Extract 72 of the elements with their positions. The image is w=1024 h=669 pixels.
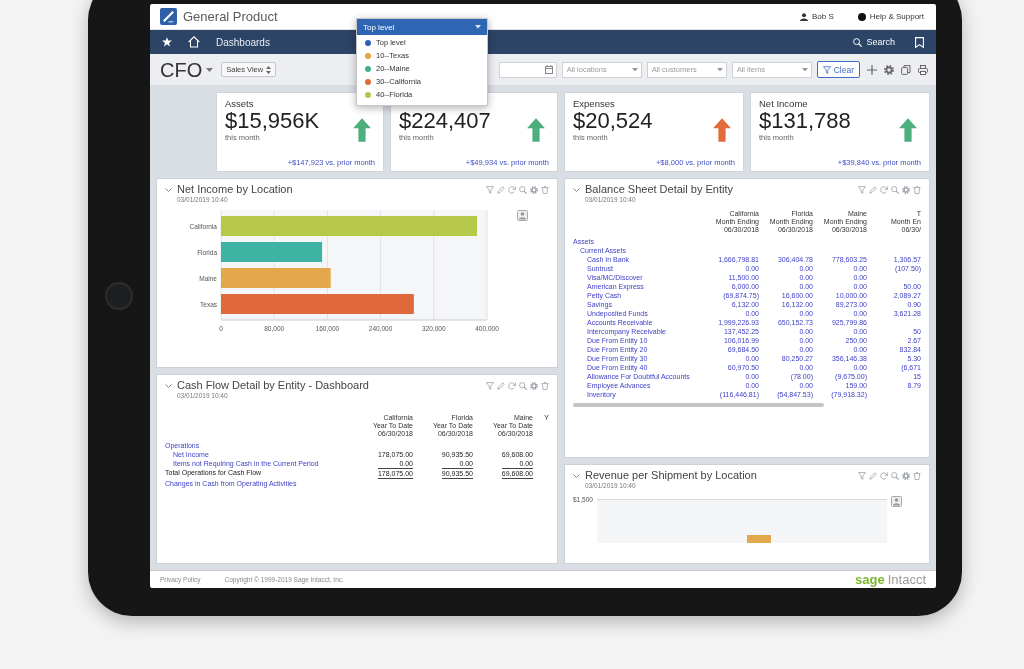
pencil-icon[interactable] (497, 186, 505, 194)
copy-icon[interactable] (901, 64, 911, 75)
chevron-icon[interactable] (165, 384, 172, 388)
sort-icon (266, 65, 272, 74)
refresh-icon[interactable] (508, 186, 516, 194)
caret-icon (801, 67, 808, 71)
filter-icon[interactable] (486, 186, 494, 194)
gear-icon[interactable] (884, 64, 894, 75)
product-name: General Product (183, 9, 278, 24)
panel-title: Revenue per Shipment by Location (585, 469, 757, 482)
panel-title: Balance Sheet Detail by Entity (585, 183, 733, 196)
filter-icon[interactable] (858, 186, 866, 194)
dashboard-title: CFO (160, 58, 203, 81)
person-icon (799, 12, 808, 21)
dot-icon (857, 12, 866, 21)
kpi-value: $20,524 (573, 109, 653, 133)
kpi-title: Expenses (573, 98, 615, 109)
gear-icon[interactable] (530, 382, 538, 390)
refresh-icon[interactable] (880, 186, 888, 194)
search-icon[interactable] (891, 186, 899, 194)
entity-select[interactable]: Top level (357, 19, 487, 35)
kpi-value: $15,956K (225, 109, 320, 133)
caret-icon[interactable] (206, 67, 214, 72)
panel-title: Net Income by Location (177, 183, 293, 196)
nav-menu-item[interactable]: Dashboards (216, 36, 270, 48)
pencil-icon[interactable] (869, 186, 877, 194)
filter-icon (822, 65, 831, 74)
kpi-title: Net Income (759, 98, 808, 109)
help-link[interactable]: Help & Support (857, 12, 924, 21)
caret-icon (631, 67, 638, 71)
horizontal-scrollbar[interactable] (573, 403, 824, 407)
trash-icon[interactable] (913, 472, 921, 480)
plus-icon[interactable] (867, 64, 877, 75)
date-field[interactable] (498, 61, 557, 78)
search-icon (853, 37, 863, 47)
search-icon[interactable] (519, 186, 527, 194)
gear-icon[interactable] (902, 472, 910, 480)
pencil-icon[interactable] (497, 382, 505, 390)
kpi-title: Assets (225, 98, 254, 109)
search-icon[interactable] (891, 472, 899, 480)
gear-icon[interactable] (902, 186, 910, 194)
product-logo-text: Intacct (887, 572, 926, 587)
user-tile-icon[interactable] (517, 210, 528, 221)
search-link[interactable]: Search (853, 37, 895, 47)
user-tile-icon[interactable] (890, 496, 902, 507)
chevron-icon[interactable] (573, 188, 580, 192)
clear-button[interactable]: Clear (816, 61, 860, 78)
home-button[interactable] (105, 282, 133, 310)
search-icon[interactable] (519, 382, 527, 390)
filter-icon[interactable] (486, 382, 494, 390)
logo-icon (160, 8, 177, 25)
user-menu[interactable]: Bob S (799, 12, 834, 21)
gear-icon[interactable] (530, 186, 538, 194)
refresh-icon[interactable] (880, 472, 888, 480)
calendar-icon[interactable] (544, 65, 553, 74)
filter-icon[interactable] (858, 472, 866, 480)
star-icon[interactable] (162, 37, 172, 47)
trash-icon[interactable] (541, 186, 549, 194)
kpi-value: $131,788 (759, 109, 851, 133)
trash-icon[interactable] (913, 186, 921, 194)
home-icon[interactable] (188, 36, 200, 48)
kpi-value: $224,407 (399, 109, 491, 133)
chevron-icon[interactable] (165, 188, 172, 192)
caret-icon (716, 67, 723, 71)
refresh-icon[interactable] (508, 382, 516, 390)
print-icon[interactable] (918, 64, 928, 75)
panel-title: Cash Flow Detail by Entity - Dashboard (177, 379, 369, 392)
brand-logo-text: sage (855, 572, 885, 587)
bookmark-icon[interactable] (915, 36, 924, 48)
chevron-icon[interactable] (573, 474, 580, 478)
trash-icon[interactable] (541, 382, 549, 390)
pencil-icon[interactable] (869, 472, 877, 480)
